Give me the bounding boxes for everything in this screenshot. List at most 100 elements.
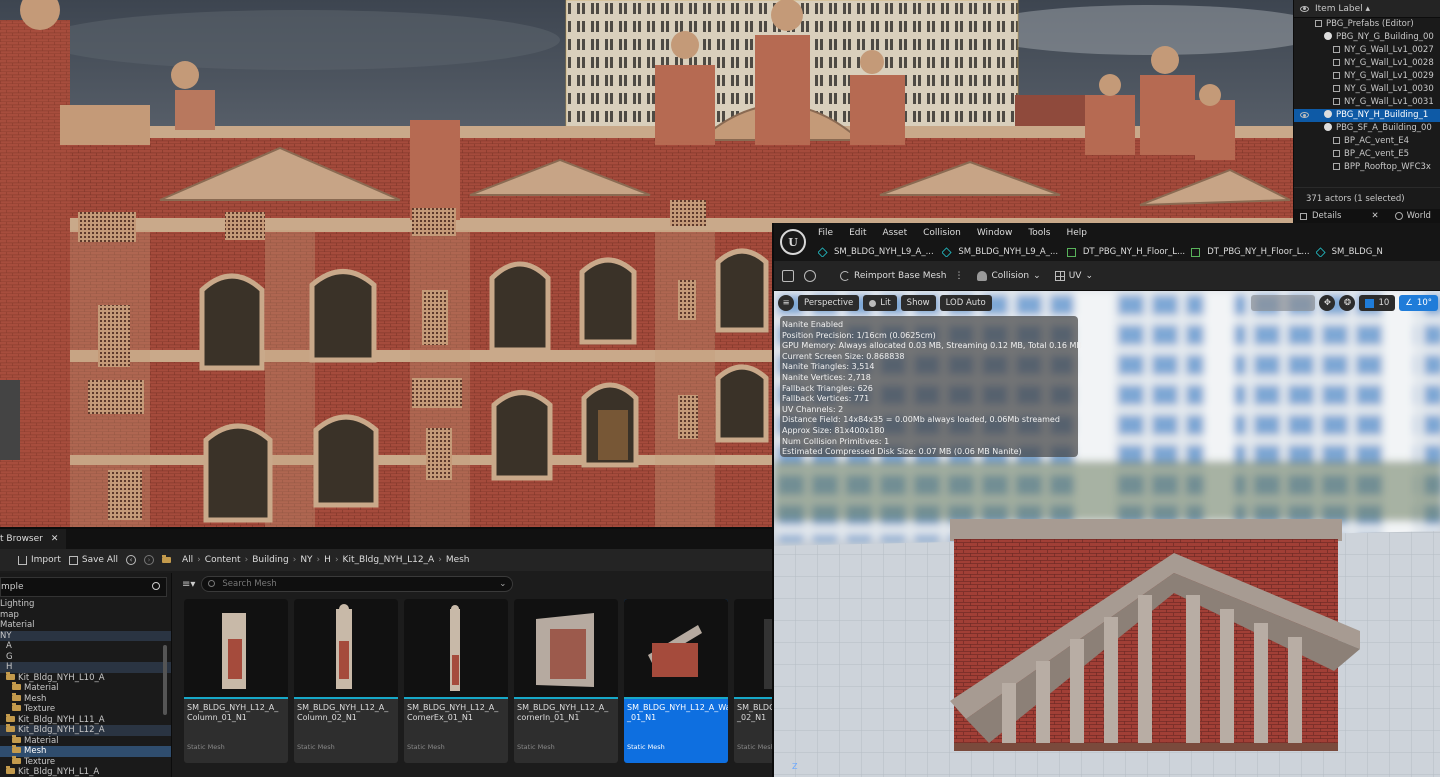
outliner-row[interactable]: NY_G_Wall_Lv1_0029: [1294, 70, 1440, 83]
menu-item-help[interactable]: Help: [1066, 228, 1087, 238]
folder-tree-item[interactable]: G: [0, 652, 171, 663]
menu-item-tools[interactable]: Tools: [1028, 228, 1050, 238]
folder-tree-item[interactable]: Kit_Bldg_NYH_L12_A: [0, 724, 171, 736]
folder-tree-item[interactable]: Lighting: [0, 599, 171, 610]
asset-type: Static Mesh: [407, 743, 445, 751]
document-tab[interactable]: DT_PBG_NY_H_Floor_L...: [1191, 247, 1315, 257]
transform-field[interactable]: [1251, 295, 1316, 311]
folder-tree-item[interactable]: Texture: [0, 703, 171, 715]
tab-world-settings[interactable]: World: [1389, 211, 1440, 221]
folder-search-input[interactable]: mple: [0, 577, 167, 597]
asset-thumbnail: [184, 599, 288, 699]
outliner-column-item-label[interactable]: Item Label ▴: [1315, 4, 1370, 14]
visibility-eye-icon[interactable]: [1300, 5, 1309, 12]
show-button[interactable]: Show: [900, 295, 936, 311]
menu-item-collision[interactable]: Collision: [923, 228, 961, 238]
folder-tree-item[interactable]: Texture: [0, 755, 171, 768]
outliner-row[interactable]: NY_G_Wall_Lv1_0028: [1294, 57, 1440, 70]
outliner-row[interactable]: BP_AC_vent_E4: [1294, 135, 1440, 148]
surface-snap-icon[interactable]: ❂: [1339, 295, 1356, 311]
folder-tree-item[interactable]: Material: [0, 682, 171, 694]
asset-tile[interactable]: SM_BLDG_NYH_L12_A_ CornerEx_01_N1 Static …: [404, 599, 508, 763]
outliner-row[interactable]: NY_G_Wall_Lv1_0027: [1294, 44, 1440, 57]
tab-details[interactable]: Details ✕: [1294, 211, 1389, 221]
outliner-row[interactable]: BPP_Rooftop_WFC3x: [1294, 161, 1440, 174]
history-back-icon[interactable]: ‹: [126, 555, 136, 565]
lit-button[interactable]: Lit: [863, 295, 897, 311]
outliner-row[interactable]: BP_AC_vent_E5: [1294, 148, 1440, 161]
breadcrumb-item[interactable]: All: [182, 555, 193, 565]
asset-tile[interactable]: SM_BLDG_NYH_L12_A_ cornerIn_01_N1 Static …: [514, 599, 618, 763]
angle-snap-value: 10°: [1416, 298, 1432, 308]
viewport-menu-button[interactable]: ≡: [778, 295, 794, 311]
folder-tree-item[interactable]: Mesh: [0, 692, 171, 705]
perspective-button[interactable]: Perspective: [798, 295, 860, 311]
menu-item-asset[interactable]: Asset: [883, 228, 908, 238]
import-button[interactable]: Import: [18, 555, 61, 565]
folder-tree-item[interactable]: A: [0, 641, 171, 652]
outliner-row-label: BPP_Rooftop_WFC3x: [1344, 162, 1431, 172]
breadcrumb-item[interactable]: Kit_Bldg_NYH_L12_A: [343, 555, 435, 565]
visibility-eye-icon[interactable]: [1300, 112, 1309, 118]
filter-icon[interactable]: ≡▾: [182, 579, 195, 590]
save-icon[interactable]: [782, 269, 794, 282]
outliner-row-label: NY_G_Wall_Lv1_0030: [1344, 84, 1434, 94]
collision-dropdown[interactable]: Collision ⌄: [977, 270, 1041, 281]
document-tab[interactable]: SM_BLDG_N: [1315, 247, 1440, 257]
folder-tree-scrollbar[interactable]: [163, 645, 167, 715]
folder-tree-item[interactable]: Material: [0, 734, 171, 747]
asset-tile[interactable]: SM_BLDG_NYH_L12_A_ Column_02_N1 Static Me…: [294, 599, 398, 763]
breadcrumb-item[interactable]: Mesh: [446, 555, 470, 565]
folder-tree-item[interactable]: map: [0, 610, 171, 621]
actor-icon: [1333, 46, 1340, 53]
close-icon[interactable]: ✕: [1371, 211, 1378, 221]
outliner-row[interactable]: PBG_NY_G_Building_00: [1294, 31, 1440, 44]
outliner-row[interactable]: NY_G_Wall_Lv1_0030: [1294, 83, 1440, 96]
browse-asset-icon[interactable]: [804, 269, 816, 282]
outliner-header[interactable]: Item Label ▴: [1294, 0, 1440, 18]
close-icon[interactable]: ✕: [51, 529, 59, 549]
history-forward-icon[interactable]: ›: [144, 555, 154, 565]
folder-tree-item[interactable]: Kit_Bldg_NYH_L10_A: [0, 671, 171, 684]
asset-search-input[interactable]: Search Mesh ⌄: [201, 576, 514, 592]
menu-item-window[interactable]: Window: [977, 228, 1013, 238]
grid-snap-button[interactable]: 10: [1359, 295, 1396, 311]
asset-name: SM_BLDG_NYH_L12_A_ CornerEx_01_N1: [407, 703, 499, 722]
asset-tile[interactable]: SM_BLDG_NYH_L12_A_ Column_01_N1 Static Me…: [184, 599, 288, 763]
lod-button[interactable]: LOD Auto: [939, 295, 992, 311]
folder-tree-item[interactable]: H: [0, 662, 171, 673]
outliner-row[interactable]: PBG_Prefabs (Editor): [1294, 18, 1440, 31]
angle-snap-button[interactable]: ∠ 10°: [1399, 295, 1438, 311]
document-tab[interactable]: DT_PBG_NY_H_Floor_L...: [1066, 247, 1191, 257]
breadcrumb-item[interactable]: H: [324, 555, 331, 565]
mesh-preview-viewport[interactable]: ≡ Perspective Lit Show LOD Auto ✥ ❂ 10 ∠…: [774, 291, 1440, 777]
tab-content-browser[interactable]: t Browser ✕: [0, 529, 67, 549]
outliner-row[interactable]: PBG_SF_A_Building_00: [1294, 122, 1440, 135]
outliner-row-label: PBG_Prefabs (Editor): [1326, 19, 1414, 29]
prefab-sphere-icon: [1324, 32, 1332, 40]
outliner-row[interactable]: NY_G_Wall_Lv1_0031: [1294, 96, 1440, 109]
breadcrumb-item[interactable]: Content: [205, 555, 241, 565]
save-all-button[interactable]: Save All: [68, 555, 118, 565]
folder-tree-item[interactable]: Material: [0, 620, 171, 631]
folder-tree-label: Mesh: [24, 746, 47, 756]
menu-item-file[interactable]: File: [818, 228, 833, 238]
breadcrumb-item[interactable]: Building: [252, 555, 289, 565]
reimport-base-mesh-button[interactable]: Reimport Base Mesh ⋮: [840, 270, 963, 281]
folder-tree-item[interactable]: NY: [0, 630, 171, 641]
uv-dropdown[interactable]: UV ⌄: [1054, 270, 1093, 281]
asset-tile[interactable]: SM_BLDG_NYH_L12_A_Wall _01_N1 Static Mesh: [624, 599, 728, 763]
more-options-icon[interactable]: ⋮: [954, 271, 963, 281]
document-tab[interactable]: SM_BLDG_NYH_L9_A_...: [942, 247, 1066, 257]
menu-item-edit[interactable]: Edit: [849, 228, 866, 238]
chevron-down-icon: ⌄: [1033, 270, 1041, 281]
folder-tree-item[interactable]: Kit_Bldg_NYH_L1_A: [0, 766, 171, 777]
document-tab[interactable]: SM_BLDG_NYH_L9_A_...: [818, 247, 942, 257]
folder-tree-item[interactable]: Kit_Bldg_NYH_L11_A: [0, 713, 171, 726]
transform-mode-icon[interactable]: ✥: [1319, 295, 1336, 311]
outliner-row[interactable]: PBG_NY_H_Building_1: [1294, 109, 1440, 122]
breadcrumb-item[interactable]: NY: [300, 555, 312, 565]
globe-icon: [1394, 212, 1403, 220]
chevron-down-icon[interactable]: ⌄: [499, 577, 506, 591]
folder-tree-item[interactable]: Mesh: [0, 745, 171, 757]
